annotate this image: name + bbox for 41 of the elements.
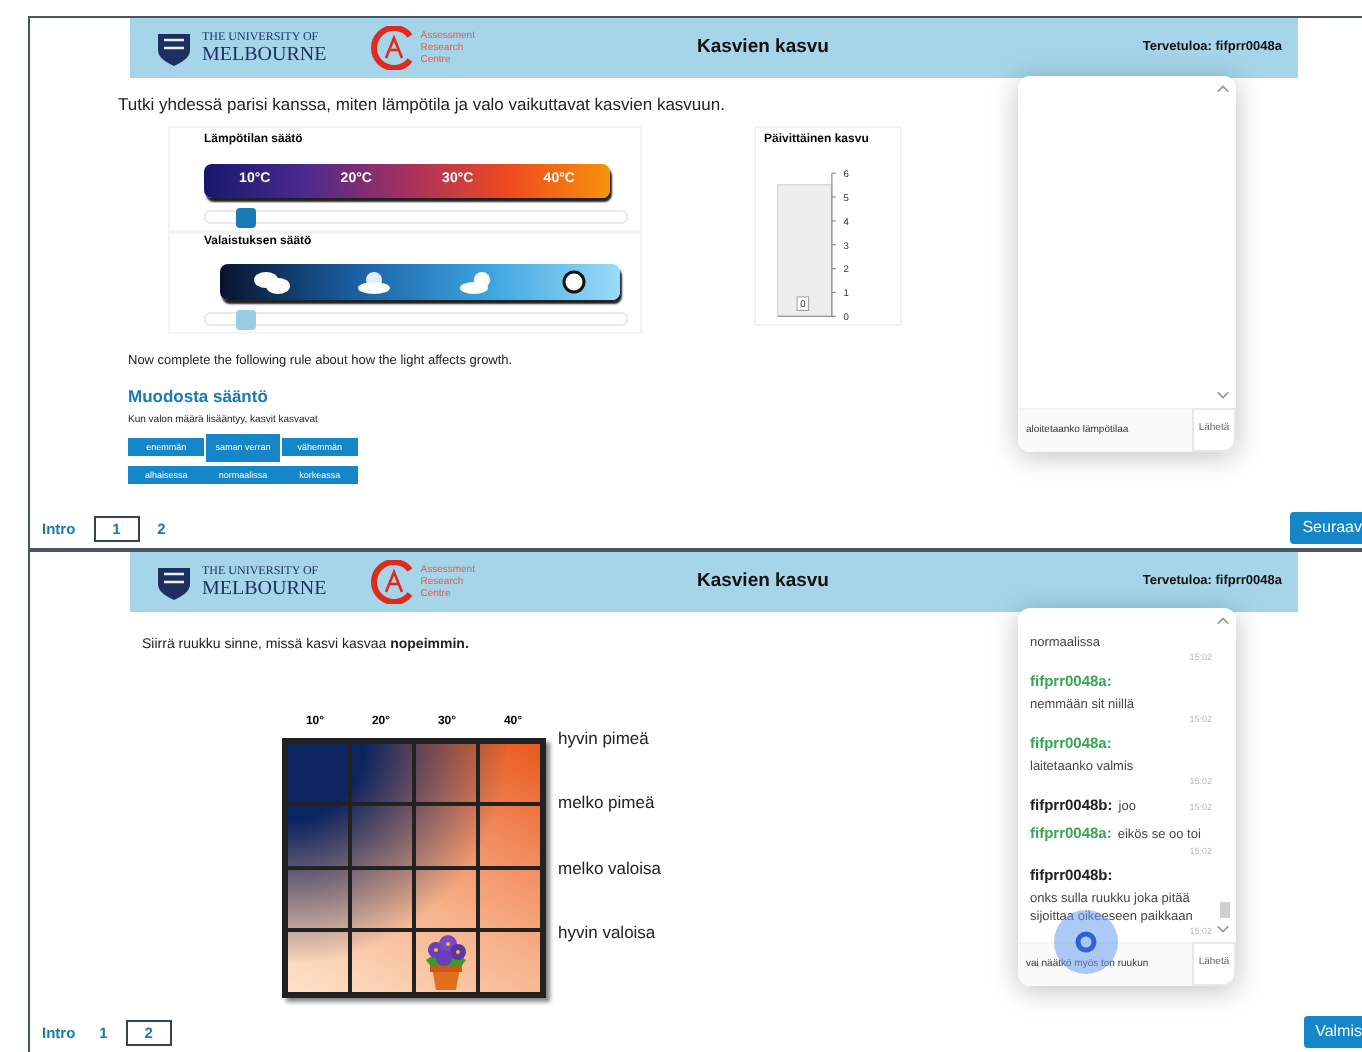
- scroll-down-icon: [1216, 924, 1230, 934]
- grid-cell[interactable]: [414, 741, 478, 804]
- grid-cell[interactable]: [350, 804, 414, 867]
- instruction-text: Tutki yhdessä parisi kanssa, miten lämpötila ja valo vaikuttavat kasvien kasvuun.: [118, 92, 725, 118]
- page-title: Kasvien kasvu: [696, 567, 829, 596]
- scroll-up-icon: [1216, 84, 1230, 94]
- clouds-icon: [251, 267, 292, 296]
- grid-cell[interactable]: [414, 867, 478, 930]
- grid-cell[interactable]: [414, 804, 478, 867]
- grid-cell[interactable]: [478, 741, 542, 804]
- grid-cell[interactable]: [286, 930, 350, 993]
- university-name-line: MELBOURNE: [202, 579, 327, 599]
- grid-cell[interactable]: [350, 867, 414, 930]
- next-button[interactable]: Valmis: [1303, 1016, 1362, 1048]
- row-label: hyvin valoisa: [558, 920, 658, 946]
- sun-behind-cloud-icon: [354, 267, 395, 296]
- grid-cell[interactable]: [286, 741, 350, 804]
- grid-cell[interactable]: [478, 867, 542, 930]
- grid-cell[interactable]: [478, 930, 542, 993]
- row-label: melko pimeä: [558, 790, 657, 816]
- university-name-line: MELBOURNE: [202, 45, 327, 65]
- sun-icon: [560, 267, 589, 296]
- grid-cell[interactable]: [478, 804, 542, 867]
- slider-thumb[interactable]: [235, 309, 256, 330]
- page-title: Kasvien kasvu: [696, 33, 829, 62]
- next-button[interactable]: Seuraav: [1290, 512, 1362, 544]
- slider-thumb[interactable]: [235, 207, 256, 228]
- scroll-up-icon: [1216, 616, 1230, 626]
- section-heading: Muodosta sääntö: [128, 383, 268, 409]
- row-label: hyvin pimeä: [558, 725, 651, 752]
- row-label: melko valoisa: [558, 855, 661, 881]
- grid-cell[interactable]: [350, 930, 414, 993]
- grid-cell[interactable]: [414, 930, 478, 993]
- grid-cell[interactable]: [350, 741, 414, 804]
- crest-icon: [154, 30, 194, 66]
- flower-pot-icon: [420, 931, 472, 991]
- grid-cell[interactable]: [286, 867, 350, 930]
- crest-icon: [154, 564, 194, 600]
- scrollbar-thumb[interactable]: [1220, 902, 1230, 918]
- grid-cell[interactable]: [286, 804, 350, 867]
- scroll-down-icon: [1216, 390, 1230, 400]
